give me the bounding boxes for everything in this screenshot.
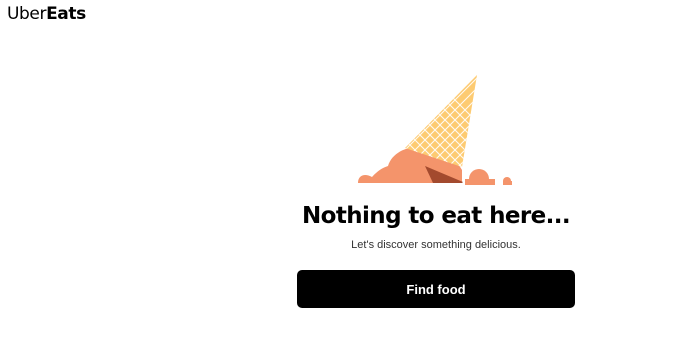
empty-state-subtitle: Let's discover something delicious. <box>351 239 521 251</box>
find-food-button[interactable]: Find food <box>297 270 575 308</box>
uber-eats-logo[interactable]: UberEats <box>7 3 86 25</box>
logo-uber-text: Uber <box>7 4 47 24</box>
empty-state-title: Nothing to eat here... <box>302 203 571 229</box>
melted-ice-cream-cone-icon <box>358 75 512 185</box>
logo-eats-text: Eats <box>46 4 86 24</box>
